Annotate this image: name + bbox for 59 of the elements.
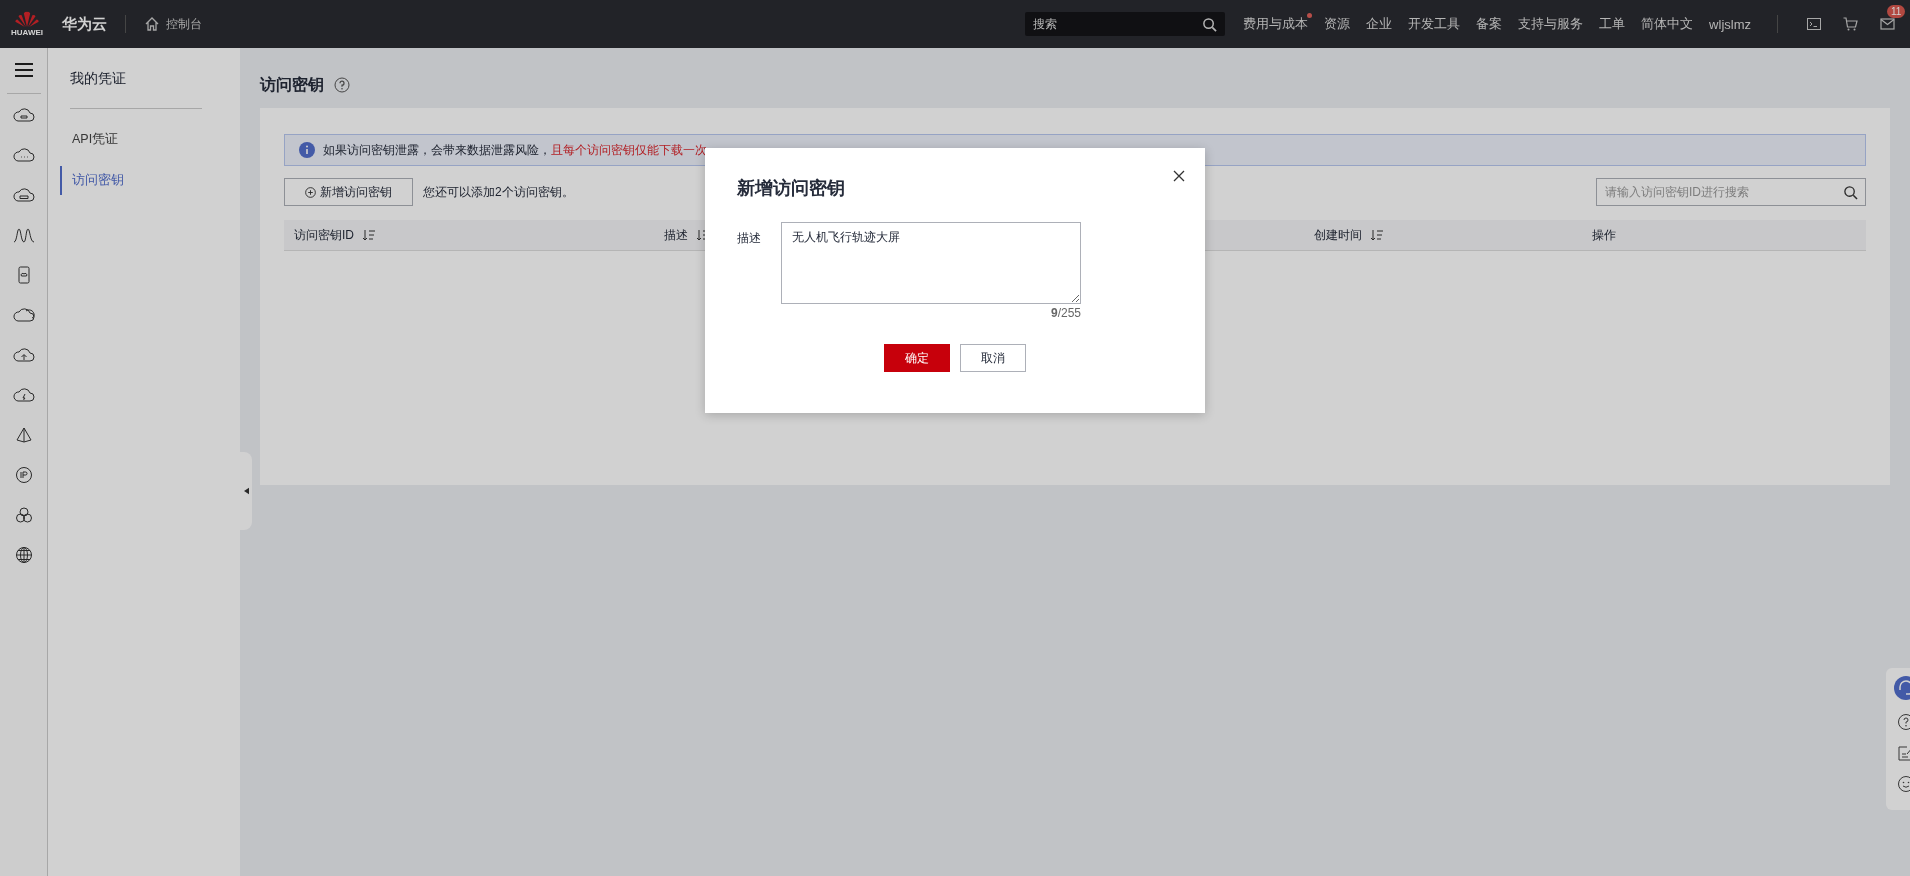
user-name[interactable]: wljslmz [1709, 16, 1751, 32]
field-label: 描述 [737, 230, 761, 247]
nav-link[interactable]: 费用与成本 [1243, 15, 1309, 33]
search-field[interactable]: 搜索 [1025, 12, 1226, 36]
cloud-icon[interactable] [12, 106, 35, 124]
column-header: 描述 [664, 226, 688, 244]
cancel-button[interactable]: 取消 [960, 344, 1026, 372]
sort-icon[interactable] [1370, 229, 1384, 241]
sort-icon[interactable] [362, 229, 376, 241]
help-icon[interactable] [334, 77, 350, 93]
nav-link[interactable]: 工单 [1599, 15, 1626, 33]
dialog-title: 新增访问密钥 [737, 177, 846, 200]
cloud-icon[interactable] [12, 186, 35, 204]
menu-icon[interactable] [13, 62, 34, 78]
smiley-icon[interactable] [1897, 775, 1910, 793]
cloud-icon[interactable] [12, 306, 35, 324]
logo-text: HUAWEI [11, 28, 43, 37]
nav-link[interactable]: 资源 [1324, 15, 1351, 33]
edit-icon[interactable] [1897, 744, 1910, 762]
nav-link[interactable]: 开发工具 [1408, 15, 1461, 33]
column-header: 创建时间 [1314, 226, 1362, 244]
description-field[interactable]: 无人机飞行轨迹大屏 [781, 222, 1081, 304]
terminal-icon[interactable] [1806, 16, 1822, 32]
home-icon [144, 16, 160, 32]
confirm-button[interactable]: 确定 [884, 344, 950, 372]
sidebar-title: 我的凭证 [70, 70, 127, 88]
nav-link[interactable]: 简体中文 [1641, 15, 1694, 33]
console-link[interactable]: 控制台 [144, 15, 202, 33]
cloud-icon[interactable] [12, 386, 35, 404]
character-counter: 9/255 [1050, 306, 1081, 320]
nav-link[interactable]: 支持与服务 [1518, 15, 1584, 33]
plus-circle-icon [305, 186, 316, 198]
sidebar-item[interactable]: 访问密钥 [60, 166, 240, 195]
nav-link[interactable]: 企业 [1366, 15, 1393, 33]
nav-link[interactable]: 备案 [1476, 15, 1503, 33]
alert-text: 如果访问密钥泄露，会带来数据泄露风险， [323, 141, 551, 159]
collapse-handle[interactable] [240, 452, 252, 530]
close-icon[interactable] [1173, 170, 1185, 182]
search-icon[interactable] [1202, 17, 1218, 32]
search-field[interactable]: 请输入访问密钥ID进行搜索 [1596, 178, 1866, 206]
page-title: 访问密钥 [260, 74, 324, 95]
column-header: 访问密钥ID [294, 226, 354, 244]
search-icon[interactable] [1843, 185, 1858, 200]
wave-icon[interactable] [12, 226, 35, 244]
column-header: 操作 [1592, 226, 1616, 244]
cloud-icon[interactable] [12, 146, 35, 164]
cloud-icon[interactable] [12, 346, 35, 364]
quota-note: 您还可以添加2个访问密钥。 [423, 183, 574, 201]
cart-icon[interactable] [1842, 16, 1859, 32]
flower-logo-icon [14, 11, 40, 28]
sidebar-item[interactable]: API凭证 [60, 125, 240, 154]
count-badge: 11 [1887, 5, 1906, 18]
caret-icon [243, 487, 249, 495]
info-icon [299, 142, 315, 158]
mail-icon[interactable] [1879, 16, 1896, 32]
brand-name[interactable]: 华为云 [62, 14, 107, 34]
help-icon[interactable] [1897, 713, 1910, 731]
alert-warning-text: 且每个访问密钥仅能下载一次 [551, 141, 707, 159]
add-key-button[interactable]: 新增访问密钥 [284, 178, 413, 206]
